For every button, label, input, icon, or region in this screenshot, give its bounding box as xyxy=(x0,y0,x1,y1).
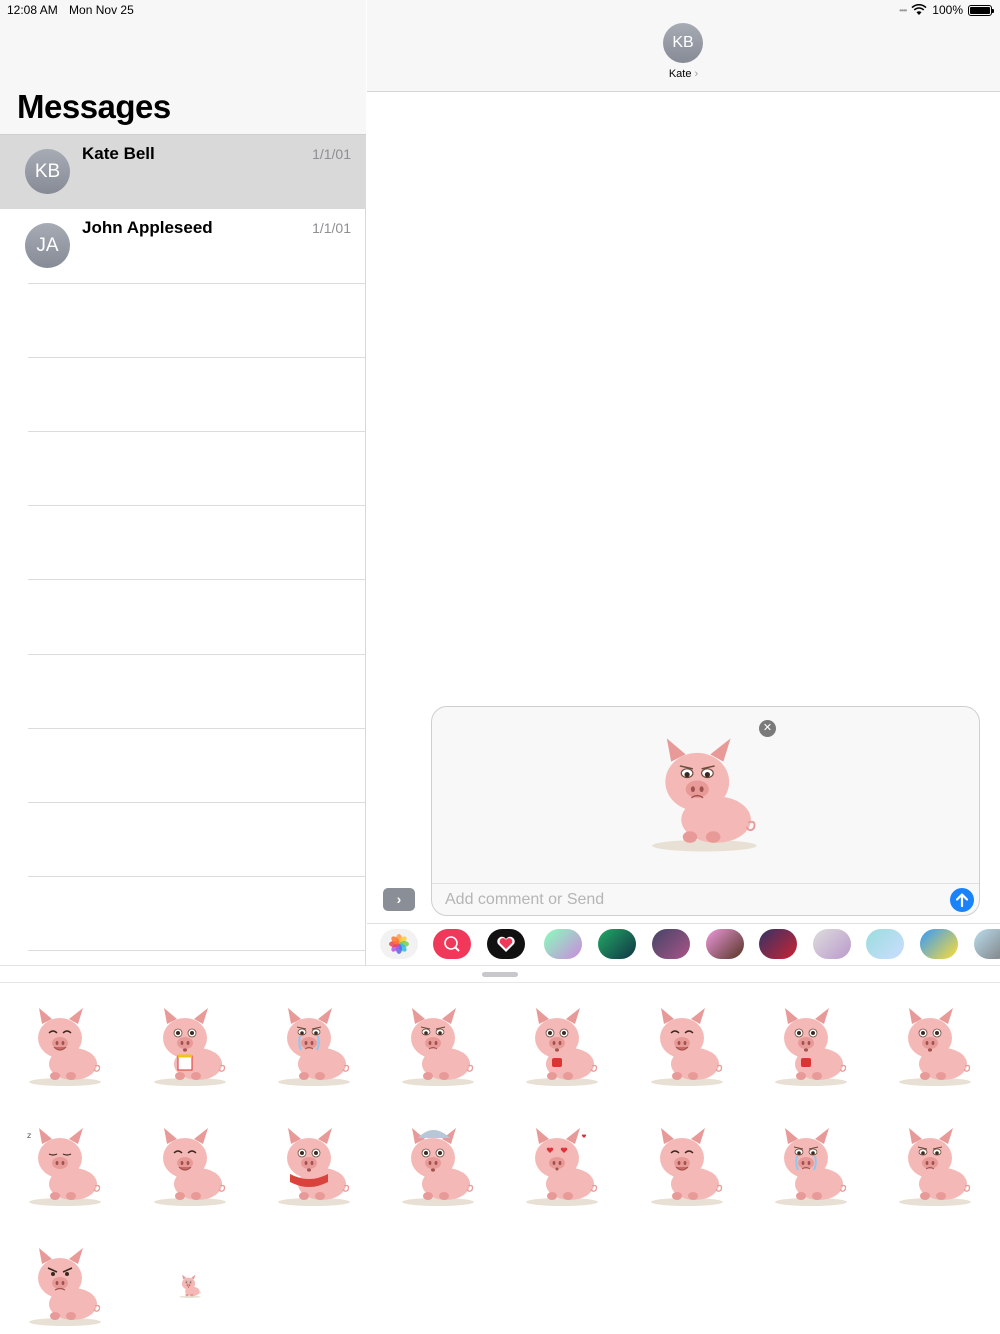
wifi-icon xyxy=(911,4,927,15)
sticker-pack-app-icon[interactable] xyxy=(759,929,797,959)
conversation-date: 1/1/01 xyxy=(312,146,351,162)
cold-nightcap-pig-sticker[interactable] xyxy=(388,1116,488,1216)
photos-flower-icon xyxy=(389,934,409,954)
pig-sticker-image xyxy=(154,1128,226,1206)
conversation-row-kate-bell[interactable]: KB Kate Bell 1/1/01 xyxy=(0,135,366,209)
popcorn-pig-sticker[interactable] xyxy=(140,996,240,1096)
list-row-separator xyxy=(28,950,366,951)
sticker-pack-app-icon[interactable] xyxy=(598,929,636,959)
imessage-app-strip xyxy=(367,923,1000,965)
coffee-shocked-pig-sticker[interactable] xyxy=(512,996,612,1096)
contact-name: Kate xyxy=(668,68,692,80)
status-time: 12:08 AM xyxy=(7,3,58,17)
avatar: JA xyxy=(25,223,70,268)
conversation-name: Kate Bell xyxy=(82,144,155,163)
sticker-pack-app-icon[interactable] xyxy=(544,929,582,959)
sticker-pack-app-icon[interactable] xyxy=(813,929,851,959)
compose-box: ✕ Add comment or Send xyxy=(431,706,980,916)
list-row-separator xyxy=(28,431,366,432)
sticker-pack-app-icon[interactable] xyxy=(974,929,1000,959)
list-row-separator xyxy=(28,357,366,358)
sad-pig-sticker[interactable] xyxy=(612,721,797,866)
winking-pig-sticker[interactable] xyxy=(15,996,115,1096)
svg-text:z: z xyxy=(27,1131,31,1140)
list-row-separator xyxy=(28,654,366,655)
list-row-separator xyxy=(28,802,366,803)
pig-sticker-image xyxy=(899,1008,971,1086)
conversation-list-header: Messages xyxy=(0,0,366,135)
heart-icon xyxy=(497,936,515,952)
surprised-pig-sticker[interactable] xyxy=(885,996,985,1096)
pig-sticker-image xyxy=(154,1008,226,1086)
contact-name-button[interactable]: Kate › xyxy=(367,68,1000,80)
images-search-app-icon[interactable] xyxy=(433,929,471,959)
pig-sticker-image: z xyxy=(27,1128,101,1206)
sick-scarf-pig-sticker[interactable] xyxy=(264,1116,364,1216)
status-bar: 12:08 AM Mon Nov 25 •••• 100% xyxy=(0,0,1000,20)
sticker-drawer: z xyxy=(0,965,1000,1334)
avatar: KB xyxy=(25,149,70,194)
pig-sticker-image xyxy=(29,1248,101,1326)
pending-sticker-area: ✕ xyxy=(432,707,979,884)
sticker-pack-app-icon[interactable] xyxy=(652,929,690,959)
pig-sticker-image xyxy=(899,1128,971,1206)
pig-sticker-image xyxy=(775,1008,847,1086)
arrow-up-icon xyxy=(955,893,969,908)
expand-app-drawer-button[interactable]: › xyxy=(383,888,415,911)
photos-app-icon[interactable] xyxy=(380,929,418,959)
pig-sticker-image xyxy=(29,1008,101,1086)
status-date: Mon Nov 25 xyxy=(69,3,134,17)
list-row-separator xyxy=(28,579,366,580)
page-title: Messages xyxy=(17,88,171,125)
angry-pig-sticker[interactable] xyxy=(15,1236,115,1334)
pig-sticker-image xyxy=(179,1274,201,1298)
pig-sticker-image xyxy=(775,1128,847,1206)
coffee-wink-pig-sticker[interactable] xyxy=(761,996,861,1096)
pig-sticker-image xyxy=(651,1128,723,1206)
pig-sticker-image xyxy=(651,1008,723,1086)
pig-sticker-image xyxy=(278,1128,350,1206)
list-row-separator xyxy=(28,728,366,729)
thumbs-up-pig-sticker[interactable] xyxy=(140,1116,240,1216)
battery-percent: 100% xyxy=(932,3,963,17)
sobbing-pig-sticker[interactable] xyxy=(761,1116,861,1216)
happy-pig-sticker[interactable] xyxy=(637,1116,737,1216)
battery-icon xyxy=(968,4,994,16)
sleeping-pig-sticker[interactable]: z xyxy=(15,1116,115,1216)
pig-sticker-image xyxy=(402,1008,474,1086)
sticker-pack-app-icon[interactable] xyxy=(920,929,958,959)
conversation-list-pane: Messages KB Kate Bell 1/1/01 JA John App… xyxy=(0,0,366,965)
conversation-date: 1/1/01 xyxy=(312,220,351,236)
drawer-divider xyxy=(0,982,1000,983)
pig-sticker-image xyxy=(526,1008,598,1086)
list-row-separator xyxy=(28,283,366,284)
chevron-right-icon: › xyxy=(694,68,699,80)
dancing-hearts-pig-sticker[interactable] xyxy=(637,996,737,1096)
globe-search-icon xyxy=(444,936,460,952)
hopeful-pig-sticker[interactable] xyxy=(885,1116,985,1216)
sad-pig-sticker[interactable] xyxy=(388,996,488,1096)
chat-pane: KB Kate › › ✕ Add comment or Send xyxy=(367,0,1000,965)
send-button[interactable] xyxy=(950,888,974,912)
conversation-row-john-appleseed[interactable]: JA John Appleseed 1/1/01 xyxy=(0,209,366,283)
conversation-name: John Appleseed xyxy=(82,218,213,237)
pig-sticker-image xyxy=(402,1128,474,1206)
drawer-grabber-handle[interactable] xyxy=(482,972,518,977)
pig-sticker-image xyxy=(278,1008,350,1086)
list-row-separator xyxy=(28,505,366,506)
sticker-pack-app-icon[interactable] xyxy=(866,929,904,959)
contact-avatar[interactable]: KB xyxy=(663,23,703,63)
in-love-pig-sticker[interactable] xyxy=(512,1116,612,1216)
digital-touch-app-icon[interactable] xyxy=(487,929,525,959)
pig-sticker-image xyxy=(526,1128,598,1206)
small-pig-pig-sticker[interactable] xyxy=(140,1236,240,1334)
sticker-pack-app-icon[interactable] xyxy=(706,929,744,959)
remove-sticker-button[interactable]: ✕ xyxy=(759,720,776,737)
message-input[interactable]: Add comment or Send xyxy=(445,891,604,909)
cellular-dots-icon: •••• xyxy=(899,5,907,15)
crying-pig-sticker[interactable] xyxy=(264,996,364,1096)
ipad-messages-screen: 12:08 AM Mon Nov 25 •••• 100% Messages K… xyxy=(0,0,1000,1334)
list-row-separator xyxy=(28,876,366,877)
